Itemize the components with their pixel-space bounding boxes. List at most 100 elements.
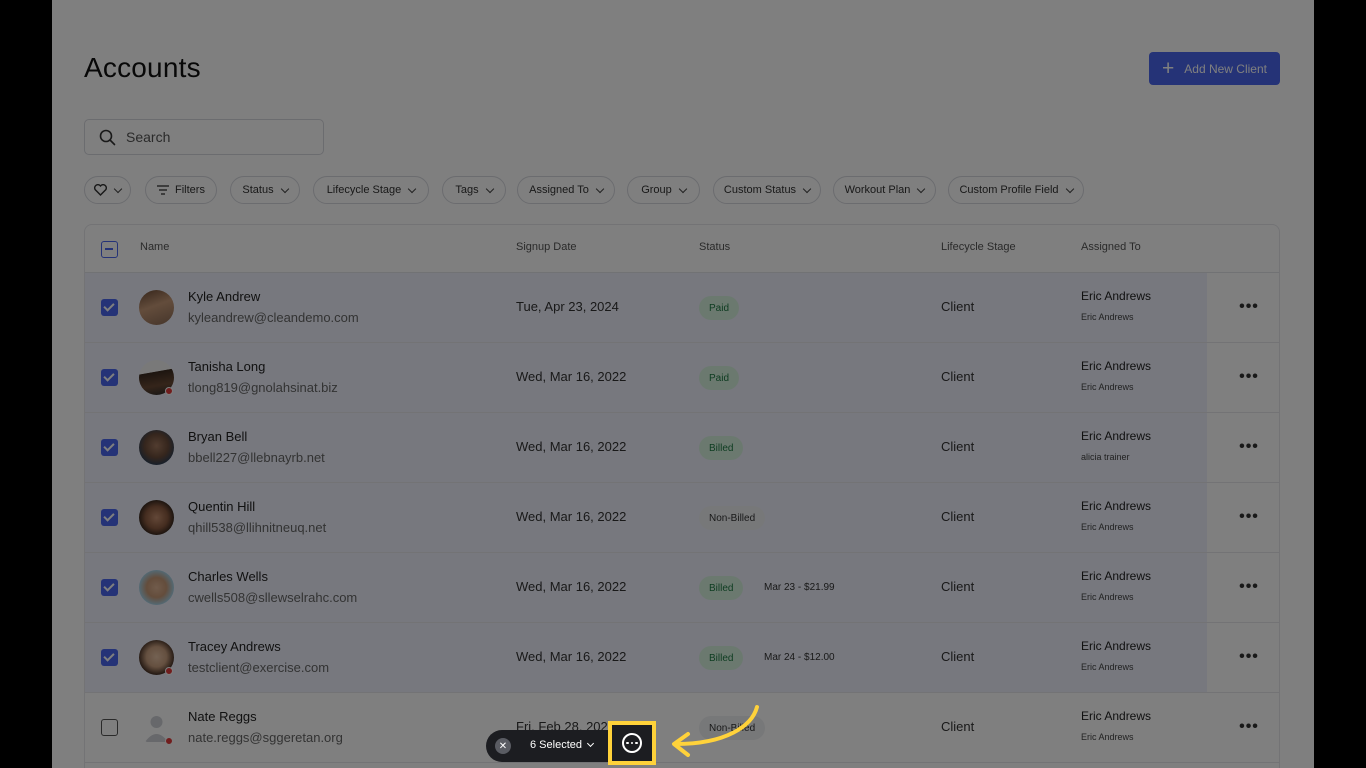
more-horizontal-circle-icon [622, 733, 642, 753]
row-checkbox[interactable] [101, 509, 118, 526]
assigned-to: Eric Andrews [1081, 289, 1152, 303]
lifecycle-stage: Client [941, 509, 975, 524]
column-header-assigned-to[interactable]: Assigned To [1081, 241, 1141, 253]
client-email: bbell227@llebnayrb.net [188, 450, 325, 465]
status-dot [165, 737, 173, 745]
row-checkbox[interactable] [101, 579, 118, 596]
lifecycle-stage: Client [941, 299, 975, 314]
status-badge: Non-Billed [699, 506, 766, 530]
client-email: tlong819@gnolahsinat.biz [188, 380, 338, 395]
status-dot [165, 667, 173, 675]
filter-label: Workout Plan [844, 184, 911, 196]
search-box[interactable] [84, 119, 324, 155]
filter-label: Custom Profile Field [959, 184, 1059, 196]
column-header-status[interactable]: Status [699, 241, 730, 253]
column-header-lifecycle-stage[interactable]: Lifecycle Stage [941, 241, 1016, 253]
row-more-icon[interactable]: ••• [1235, 436, 1263, 458]
row-more-icon[interactable]: ••• [1235, 646, 1263, 668]
status-badge: Billed [699, 576, 744, 600]
page-title: Accounts [84, 52, 201, 83]
right-letterbox [1314, 0, 1366, 768]
bulk-actions-button[interactable] [608, 721, 656, 765]
table-row[interactable]: Tanisha Long tlong819@gnolahsinat.biz We… [85, 343, 1279, 413]
select-all-checkbox[interactable] [101, 241, 118, 258]
client-email: kyleandrew@cleandemo.com [188, 310, 359, 325]
assigned-to: Eric Andrews [1081, 429, 1152, 443]
row-checkbox[interactable] [101, 719, 118, 736]
filter-label: Assigned To [529, 184, 589, 196]
table-row[interactable]: Kyle Andrew kyleandrew@cleandemo.com Tue… [85, 273, 1279, 343]
custom-status-filter[interactable]: Custom Status [713, 176, 821, 204]
signup-date: Wed, Mar 16, 2022 [516, 439, 627, 454]
table-row[interactable]: Charles Wells cwells508@sllewselrahc.com… [85, 553, 1279, 623]
client-name[interactable]: Quentin Hill [188, 499, 255, 514]
avatar [139, 570, 174, 605]
table-row[interactable]: Bryan Bell bbell227@llebnayrb.net Wed, M… [85, 413, 1279, 483]
custom-profile-field-filter[interactable]: Custom Profile Field [948, 176, 1084, 204]
assigned-to-sub: Eric Andrews [1081, 592, 1134, 602]
table-header: Name Signup Date Status Lifecycle Stage … [85, 225, 1279, 273]
chevron-down-icon [802, 184, 812, 193]
row-checkbox[interactable] [101, 299, 118, 316]
assigned-to-filter[interactable]: Assigned To [517, 176, 615, 204]
lifecycle-stage: Client [941, 439, 975, 454]
client-name[interactable]: Charles Wells [188, 569, 268, 584]
chevron-down-icon [485, 184, 494, 193]
status-badge: Billed [699, 436, 744, 460]
row-checkbox[interactable] [101, 369, 118, 386]
row-more-icon[interactable]: ••• [1235, 716, 1263, 738]
client-name[interactable]: Tracey Andrews [188, 639, 281, 654]
group-filter[interactable]: Group [627, 176, 700, 204]
filter-label: Group [641, 184, 672, 196]
heart-icon [94, 184, 107, 196]
filter-label: Tags [455, 184, 479, 196]
client-email: testclient@exercise.com [188, 660, 330, 675]
chevron-down-icon [280, 184, 289, 193]
row-more-icon[interactable]: ••• [1235, 366, 1263, 388]
selected-count-dropdown[interactable]: 6 Selected [530, 739, 595, 751]
selected-count-label: 6 Selected [530, 739, 582, 751]
avatar [139, 500, 174, 535]
close-icon[interactable]: ✕ [495, 738, 511, 754]
column-header-signup-date[interactable]: Signup Date [516, 241, 577, 253]
row-checkbox[interactable] [101, 439, 118, 456]
favorites-filter[interactable] [84, 176, 131, 204]
row-checkbox[interactable] [101, 649, 118, 666]
assigned-to-sub: alicia trainer [1081, 452, 1130, 462]
row-more-icon[interactable]: ••• [1235, 506, 1263, 528]
plus-icon: + [1162, 57, 1175, 80]
assigned-to: Eric Andrews [1081, 569, 1152, 583]
search-input[interactable] [126, 129, 306, 145]
billing-note: Mar 24 - $12.00 [764, 652, 835, 663]
lifecycle-stage-filter[interactable]: Lifecycle Stage [313, 176, 429, 204]
column-header-name[interactable]: Name [140, 241, 169, 253]
client-email: qhill538@llihnitneuq.net [188, 520, 327, 535]
client-name[interactable]: Nate Reggs [188, 709, 257, 724]
filter-label: Status [242, 184, 274, 196]
filter-label: Custom Status [723, 184, 797, 196]
status-badge: Billed [699, 646, 744, 670]
filters-button[interactable]: Filters [145, 176, 217, 204]
client-name[interactable]: Tanisha Long [188, 359, 265, 374]
signup-date: Wed, Mar 16, 2022 [516, 579, 627, 594]
assigned-to: Eric Andrews [1081, 639, 1152, 653]
assigned-to: Eric Andrews [1081, 709, 1152, 723]
add-new-client-button[interactable]: + Add New Client [1149, 52, 1280, 85]
client-name[interactable]: Bryan Bell [188, 429, 247, 444]
client-name[interactable]: Kyle Andrew [188, 289, 260, 304]
table-row[interactable]: Quentin Hill qhill538@llihnitneuq.net We… [85, 483, 1279, 553]
filter-lines-icon [157, 185, 170, 195]
add-new-client-label: Add New Client [1184, 61, 1267, 76]
row-more-icon[interactable]: ••• [1235, 296, 1263, 318]
chevron-down-icon [595, 184, 605, 193]
chevron-down-icon [1065, 184, 1074, 193]
table-row[interactable]: Tracey Andrews testclient@exercise.com W… [85, 623, 1279, 693]
lifecycle-stage: Client [941, 369, 975, 384]
client-email: cwells508@sllewselrahc.com [188, 590, 358, 605]
assigned-to: Eric Andrews [1081, 359, 1152, 373]
workout-plan-filter[interactable]: Workout Plan [833, 176, 936, 204]
row-more-icon[interactable]: ••• [1235, 576, 1263, 598]
status-filter[interactable]: Status [230, 176, 300, 204]
status-badge: Paid [699, 366, 740, 390]
tags-filter[interactable]: Tags [442, 176, 506, 204]
